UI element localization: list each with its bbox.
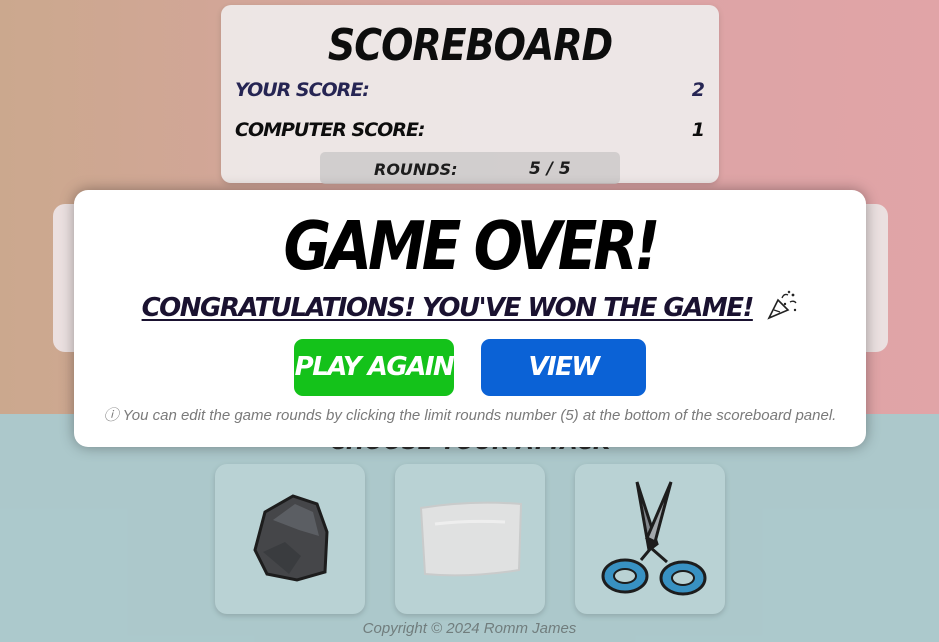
result-message: CONGRATULATIONS! YOU'VE WON THE GAME! [74, 290, 866, 327]
result-message-text: CONGRATULATIONS! YOU'VE WON THE GAME! [141, 293, 755, 323]
view-score-button[interactable]: VIEW SCORE [481, 339, 646, 439]
info-icon: ⓘ [103, 407, 119, 424]
rounds-hint-text: You can edit the game rounds by clicking… [122, 407, 837, 424]
rounds-hint: ⓘ You can edit the game rounds by clicki… [74, 404, 866, 425]
play-again-button[interactable]: PLAY AGAIN [294, 339, 455, 396]
party-popper-icon [766, 290, 798, 327]
game-over-modal: GAME OVER! CONGRATULATIONS! YOU'VE WON T… [74, 190, 866, 447]
game-over-title: GAME OVER! [283, 206, 661, 286]
